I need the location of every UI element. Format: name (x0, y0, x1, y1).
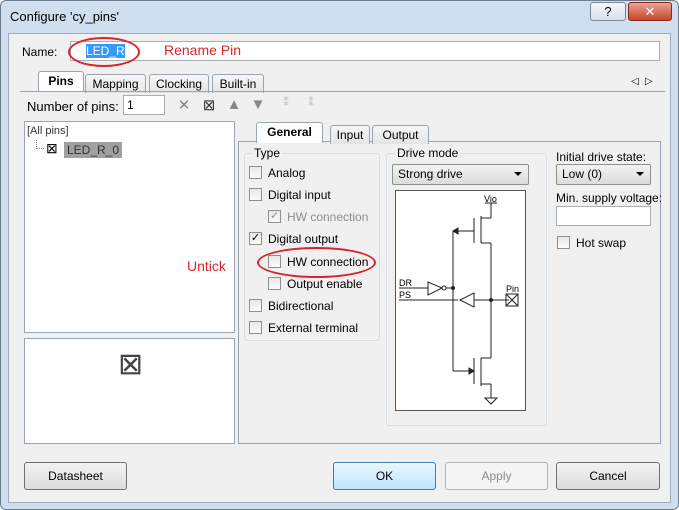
tree-item-led-r-0[interactable]: LED_R_0 (64, 142, 123, 158)
drive-mode-select[interactable]: Strong drive (392, 164, 529, 185)
bidirectional-checkbox[interactable] (249, 299, 262, 312)
annotation-rename: Rename Pin (164, 42, 242, 58)
drive-mode-diagram: Vio DR PS Pin (395, 190, 526, 411)
ps-label: PS (399, 290, 412, 300)
num-pins-input[interactable]: 1 (123, 95, 165, 115)
output-enable-label: Output enable (287, 277, 363, 291)
input-hw-connection-checkbox[interactable]: ✓ (268, 210, 281, 223)
dr-label: DR (399, 278, 412, 288)
input-hw-connection-label: HW connection (287, 210, 369, 224)
pin-preview-icon: ⊠ (118, 348, 144, 381)
unpair-icon[interactable]: ⁑ (302, 96, 320, 109)
analog-label: Analog (268, 166, 306, 180)
circuit-diagram (399, 202, 519, 405)
min-supply-input[interactable] (556, 206, 651, 226)
type-group-title: Type (252, 146, 283, 160)
tree-root[interactable]: [All pins] (27, 125, 69, 137)
output-enable-checkbox[interactable] (268, 277, 281, 290)
ok-button[interactable]: OK (333, 462, 436, 490)
bidirectional-label: Bidirectional (268, 299, 334, 313)
initial-state-label: Initial drive state: (556, 150, 647, 164)
cancel-button[interactable]: Cancel (556, 462, 660, 490)
annotation-ellipse-name (68, 37, 140, 67)
pin-label: Pin (506, 284, 520, 294)
move-up-icon[interactable]: ▲ (225, 96, 243, 113)
digital-input-label: Digital input (268, 188, 331, 202)
annotation-untick: Untick (187, 258, 226, 274)
drive-mode-title: Drive mode (395, 146, 461, 160)
external-terminal-label: External terminal (268, 321, 359, 335)
hot-swap-label: Hot swap (576, 236, 627, 250)
pin-icon: ⊠ (46, 140, 58, 156)
name-input[interactable]: LED_R (70, 41, 660, 61)
chevron-down-icon (636, 172, 644, 176)
initial-state-select[interactable]: Low (0) (556, 164, 651, 185)
subtab-general[interactable]: General (256, 122, 323, 143)
delete-icon[interactable]: ✕ (175, 96, 193, 114)
window-title: Configure 'cy_pins' (10, 9, 120, 24)
tab-line (20, 91, 665, 92)
pair-icon[interactable]: ⁑ (277, 96, 295, 109)
rename-pin-icon[interactable]: ⊠ (200, 96, 218, 114)
analog-checkbox[interactable] (249, 166, 262, 179)
drive-mode-value: Strong drive (398, 167, 463, 181)
hot-swap-checkbox[interactable] (557, 236, 570, 249)
name-label: Name: (22, 45, 58, 59)
chevron-down-icon (514, 172, 522, 176)
num-pins-label: Number of pins: (27, 99, 119, 114)
move-down-icon[interactable]: ▼ (249, 96, 267, 113)
help-button[interactable]: ? (590, 2, 626, 21)
tree-connector (36, 140, 44, 149)
datasheet-button[interactable]: Datasheet (24, 462, 127, 490)
external-terminal-checkbox[interactable] (249, 321, 262, 334)
min-supply-label: Min. supply voltage: (556, 191, 663, 205)
digital-input-checkbox[interactable] (249, 188, 262, 201)
tab-scroll-right[interactable]: ▷ (645, 76, 653, 87)
annotation-ellipse-hw (257, 247, 376, 278)
subtab-input[interactable]: Input (330, 125, 370, 144)
subtab-output[interactable]: Output (372, 125, 429, 144)
digital-output-checkbox[interactable]: ✓ (249, 232, 262, 245)
tab-pins[interactable]: Pins (38, 71, 84, 92)
tab-scroll-left[interactable]: ◁ (631, 76, 639, 87)
digital-output-label: Digital output (268, 232, 339, 246)
initial-state-value: Low (0) (562, 167, 603, 181)
close-button[interactable]: ✕ (628, 2, 672, 21)
apply-button[interactable]: Apply (445, 462, 548, 490)
vio-label: Vio (484, 194, 497, 204)
